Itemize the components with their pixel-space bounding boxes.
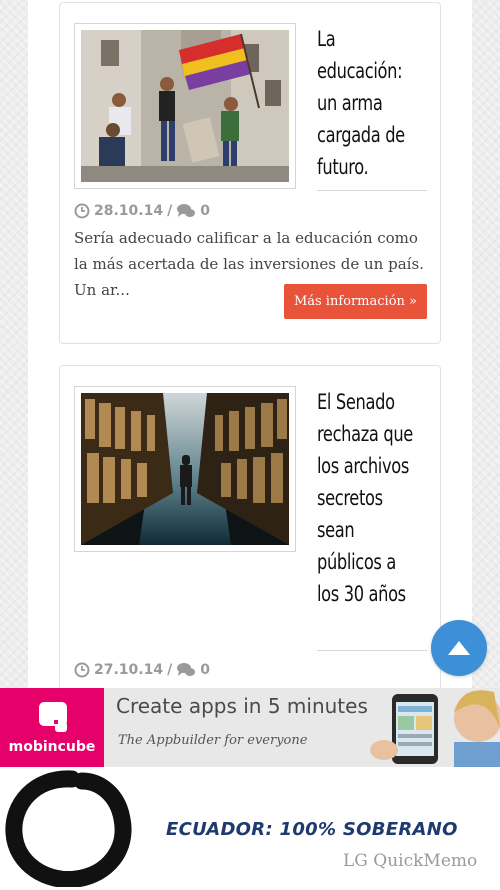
clock-icon [74,203,90,219]
clock-icon [74,662,90,678]
ad-banner[interactable]: mobincube Create apps in 5 minutes The A… [0,688,500,767]
arrow-up-icon [448,641,470,655]
article-meta: 28.10.14 / 0 [74,203,210,219]
ad-headline: Create apps in 5 minutes [116,694,368,718]
site-footer: ECUADOR: 100% SOBERANO LG QuickMemo [0,767,500,890]
article-title[interactable]: El Senado rechaza que los archivos secre… [317,386,413,610]
article-title[interactable]: La educación: un arma cargada de futuro. [317,23,413,183]
archive-photo [81,393,289,545]
comments-icon [177,204,196,217]
enso-circle-logo [5,770,132,887]
ad-phone-person-image [370,688,500,767]
ad-brand-logo: mobincube [0,688,104,767]
article-thumbnail[interactable] [74,23,296,189]
meta-separator: / [167,662,173,678]
article-date: 27.10.14 [94,662,164,678]
mobincube-cube-icon [39,702,67,732]
comment-count[interactable]: 0 [200,203,210,219]
article-date: 28.10.14 [94,203,164,219]
read-more-button[interactable]: Más información » [283,284,427,319]
article-meta: 27.10.14 / 0 [74,662,210,678]
title-divider [317,650,427,651]
title-divider [317,190,427,191]
ad-brand-name: mobincube [8,739,96,755]
footer-title: ECUADOR: 100% SOBERANO [166,819,458,840]
meta-separator: / [167,203,173,219]
comments-icon [177,663,196,676]
article-card: El Senado rechaza que los archivos secre… [59,365,441,705]
article-thumbnail[interactable] [74,386,296,552]
quickmemo-watermark: LG QuickMemo [343,851,478,871]
protest-photo [81,30,289,182]
scroll-to-top-button[interactable] [431,620,487,676]
article-card: La educación: un arma cargada de futuro.… [59,2,441,344]
comment-count[interactable]: 0 [200,662,210,678]
ad-subline: The Appbuilder for everyone [118,733,308,748]
